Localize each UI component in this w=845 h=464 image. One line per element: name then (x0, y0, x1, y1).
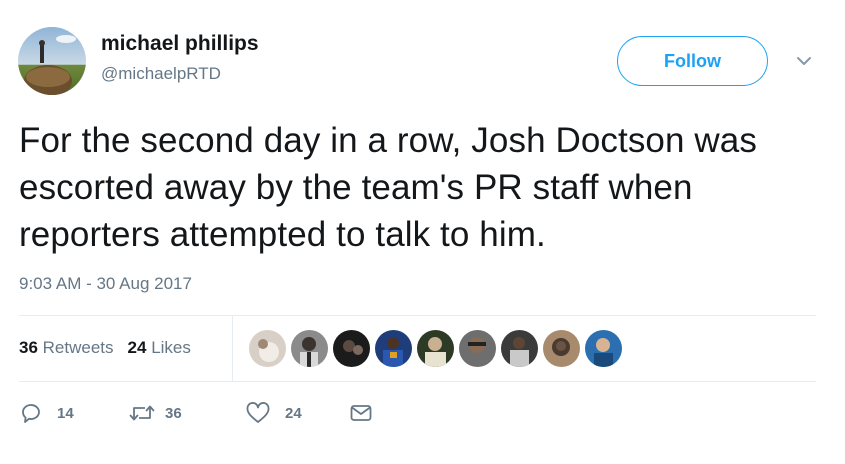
chevron-down-icon[interactable] (793, 50, 815, 72)
liker-avatars (249, 330, 622, 367)
like-action[interactable]: 24 (245, 401, 349, 425)
reply-action[interactable]: 14 (19, 401, 129, 425)
retweets-stat-label: Retweets (42, 338, 114, 357)
likes-stat-count: 24 (127, 338, 147, 357)
liker-avatar[interactable] (417, 330, 454, 367)
avatar[interactable] (18, 27, 86, 95)
retweets-stat-count: 36 (19, 338, 38, 357)
liker-avatar[interactable] (249, 330, 286, 367)
like-count: 24 (285, 404, 302, 422)
retweet-icon (129, 401, 155, 425)
user-handle[interactable]: @michaelpRTD (101, 64, 221, 84)
stats-separator (232, 316, 233, 381)
liker-avatar[interactable] (291, 330, 328, 367)
tweet-card: michael phillips @michaelpRTD Follow For… (0, 0, 845, 464)
liker-avatar[interactable] (459, 330, 496, 367)
retweet-action[interactable]: 36 (129, 401, 245, 425)
user-name[interactable]: michael phillips (101, 32, 259, 56)
follow-button[interactable]: Follow (617, 36, 768, 86)
direct-message-action[interactable] (349, 401, 373, 425)
liker-avatar[interactable] (543, 330, 580, 367)
liker-avatar[interactable] (501, 330, 538, 367)
retweets-stat[interactable]: 36 Retweets (19, 338, 114, 358)
retweet-count: 36 (165, 404, 182, 422)
likes-stat[interactable]: 24 Likes (128, 338, 191, 358)
liker-avatar[interactable] (585, 330, 622, 367)
reply-count: 14 (57, 404, 74, 422)
liker-avatar[interactable] (375, 330, 412, 367)
liker-avatar[interactable] (333, 330, 370, 367)
heart-icon (245, 401, 271, 425)
tweet-actions: 14 36 24 (19, 401, 373, 425)
message-icon (349, 401, 373, 425)
divider (19, 381, 816, 382)
reply-icon (19, 401, 43, 425)
likes-stat-label: Likes (151, 338, 191, 357)
divider (19, 315, 816, 316)
tweet-text: For the second day in a row, Josh Doctso… (19, 121, 757, 254)
tweet-timestamp[interactable]: 9:03 AM - 30 Aug 2017 (19, 274, 192, 294)
engagement-stats: 36 Retweets 24 Likes (19, 338, 191, 358)
